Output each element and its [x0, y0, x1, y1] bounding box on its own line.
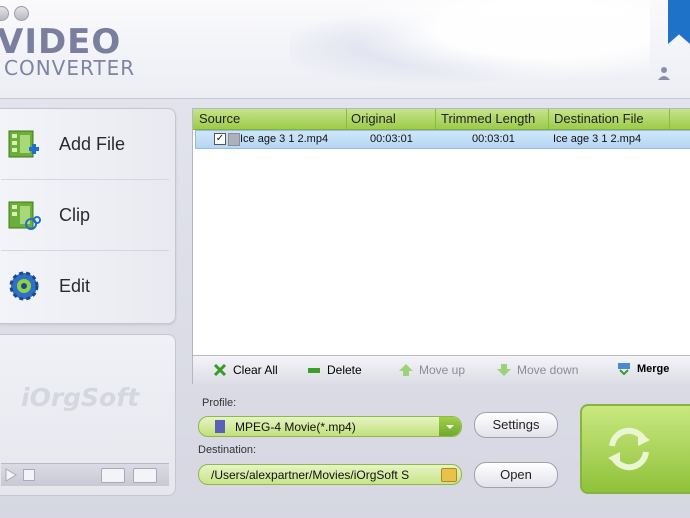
add-file-icon [8, 130, 39, 158]
merge-label: Merge [637, 363, 670, 375]
sidebar-item-edit[interactable]: Edit [1, 251, 173, 321]
merge-icon [618, 363, 630, 375]
snapshot-button[interactable] [101, 468, 125, 483]
settings-button[interactable]: Settings [474, 412, 558, 438]
header-bar: VIDEO CONVERTER [0, 0, 690, 99]
folder-icon[interactable] [441, 468, 457, 482]
clear-x-icon [213, 364, 227, 376]
film-icon [215, 420, 225, 433]
brand-watermark: iOrgSoft [21, 383, 140, 412]
sidebar-item-label: Clip [59, 204, 91, 225]
list-toolbar: Clear All Delete Move up Move down Merge [193, 355, 690, 384]
profile-select[interactable]: MPEG-4 Movie(*.mp4) [198, 416, 462, 437]
play-icon[interactable] [5, 468, 17, 482]
merge-button[interactable]: Merge [617, 363, 669, 375]
sidebar-item-label: Add File [59, 133, 126, 154]
move-down-label: Move down [517, 363, 579, 377]
cell-trimmed: 00:03:01 [472, 133, 515, 145]
minus-icon [308, 368, 320, 373]
profile-label: Profile: [202, 397, 237, 409]
row-checkbox[interactable]: ✓ [214, 133, 226, 145]
destination-field[interactable]: /Users/alexpartner/Movies/iOrgSoft S [198, 464, 462, 485]
open-button[interactable]: Open [474, 462, 558, 488]
move-down-button[interactable]: Move down [497, 363, 578, 377]
column-divider [548, 109, 549, 129]
preview-panel: iOrgSoft [0, 334, 176, 496]
sidebar: Add File Clip Edit [0, 108, 176, 324]
column-divider [346, 109, 347, 129]
convert-button[interactable] [580, 404, 690, 494]
sidebar-item-add-file[interactable]: Add File [1, 109, 173, 179]
stop-icon[interactable] [23, 469, 35, 481]
file-list-header: Source Original Trimmed Length Destinati… [193, 109, 690, 130]
column-header-source[interactable]: Source [199, 111, 240, 126]
window-minimize-button[interactable] [14, 6, 29, 21]
convert-refresh-icon [608, 427, 650, 471]
header-clouds [290, 0, 650, 96]
destination-label: Destination: [198, 444, 257, 456]
arrow-down-icon [497, 364, 511, 376]
window-close-button[interactable] [0, 6, 9, 21]
playback-controls [1, 463, 169, 486]
cell-source: Ice age 3 1 2.mp4 [240, 133, 329, 145]
app-logo-converter: CONVERTER [4, 56, 136, 80]
cell-destination: Ice age 3 1 2.mp4 [553, 133, 642, 145]
profile-value: MPEG-4 Movie(*.mp4) [235, 420, 356, 434]
cell-original: 00:03:01 [370, 133, 413, 145]
column-header-trimmed[interactable]: Trimmed Length [441, 111, 535, 126]
sidebar-item-label: Edit [59, 275, 91, 296]
folder-button[interactable] [133, 468, 157, 483]
clear-all-button[interactable]: Clear All [213, 363, 278, 377]
move-up-label: Move up [419, 363, 466, 377]
clip-icon [8, 201, 41, 230]
column-header-original[interactable]: Original [351, 111, 396, 126]
column-header-destination[interactable]: Destination File [554, 111, 644, 126]
user-icon[interactable] [658, 66, 670, 80]
delete-button[interactable]: Delete [307, 363, 362, 377]
app-window: VIDEO CONVERTER Add File Clip Edit iOrgS… [0, 0, 690, 518]
edit-gear-icon [9, 271, 39, 301]
delete-label: Delete [327, 363, 362, 377]
chevron-down-icon[interactable] [439, 417, 461, 436]
move-up-button[interactable]: Move up [399, 363, 465, 377]
clear-all-label: Clear All [233, 363, 278, 377]
file-list-panel: Source Original Trimmed Length Destinati… [192, 108, 690, 384]
destination-value: /Users/alexpartner/Movies/iOrgSoft S [211, 468, 410, 482]
bookmark-ribbon-icon[interactable] [668, 0, 690, 44]
arrow-up-icon [399, 364, 413, 376]
table-row[interactable]: ✓ Ice age 3 1 2.mp4 00:03:01 00:03:01 Ic… [195, 130, 690, 149]
sidebar-item-clip[interactable]: Clip [1, 180, 173, 250]
column-divider [435, 109, 436, 129]
film-icon [228, 133, 240, 146]
column-divider [669, 109, 670, 129]
